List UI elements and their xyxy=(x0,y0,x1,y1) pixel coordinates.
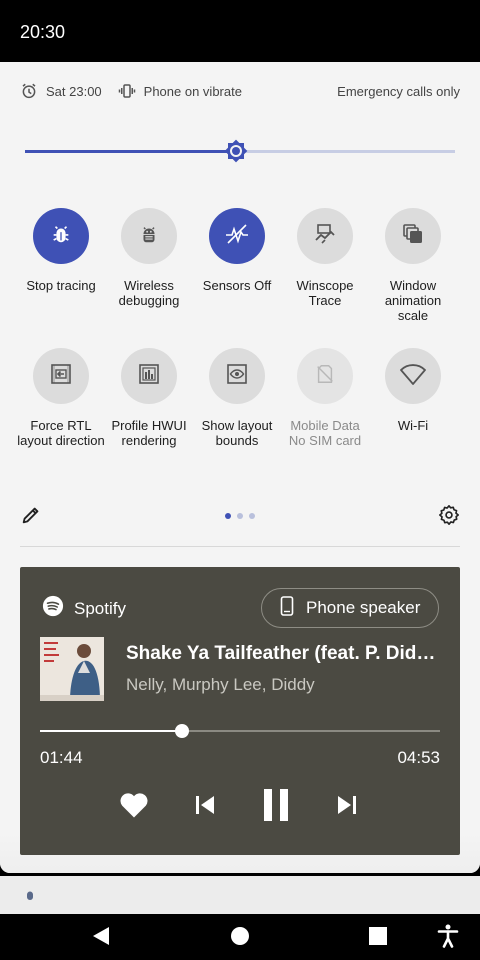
tile-show-layout-bounds[interactable]: Show layout bounds xyxy=(192,348,282,448)
carrier-status-text: Emergency calls only xyxy=(337,84,460,99)
tile-label: Show layout bounds xyxy=(201,418,273,448)
rtl-arrow-icon xyxy=(49,362,73,391)
next-alarm-text[interactable]: Sat 23:00 xyxy=(46,84,102,99)
window-animation-icon xyxy=(401,222,425,251)
tile-secondary-label: No SIM card xyxy=(288,433,362,448)
tile-label: Window animation scale xyxy=(384,278,442,323)
media-controls xyxy=(20,785,460,825)
seek-thumb[interactable] xyxy=(175,724,189,738)
winscope-trace-icon xyxy=(313,222,337,251)
status-bar: 20:30 xyxy=(0,0,480,62)
seek-bar[interactable] xyxy=(40,724,440,738)
media-app-name: Spotify xyxy=(74,598,126,618)
media-app-header: Spotify xyxy=(42,595,126,622)
small-bug-icon xyxy=(24,888,36,906)
qs-header: Sat 23:00 Phone on vibrate Emergency cal… xyxy=(20,82,460,102)
page-dot-3 xyxy=(249,513,255,519)
layout-bounds-icon xyxy=(225,362,249,391)
spotify-logo-icon xyxy=(42,595,64,622)
pause-icon[interactable] xyxy=(256,785,296,825)
media-player-card[interactable]: Spotify Phone speaker Shake Ya Tailfeath… xyxy=(20,567,460,855)
settings-gear-icon[interactable] xyxy=(438,504,460,531)
status-time: 20:30 xyxy=(20,22,66,42)
seek-bar-fill xyxy=(40,730,182,732)
brightness-thumb-icon[interactable] xyxy=(223,138,249,164)
elapsed-time: 01:44 xyxy=(40,748,83,767)
page-dot-2 xyxy=(237,513,243,519)
tile-label: Winscope Trace xyxy=(296,278,354,308)
profile-hwui-icon xyxy=(137,362,161,391)
tile-window-animation-scale[interactable]: Window animation scale xyxy=(368,208,458,323)
tile-wireless-debugging[interactable]: Wireless debugging xyxy=(104,208,194,308)
page-indicator xyxy=(225,513,255,519)
tile-label: Mobile Data xyxy=(290,418,360,433)
android-debug-icon xyxy=(138,223,160,250)
vibrate-icon xyxy=(118,82,136,100)
track-title: Shake Ya Tailfeather (feat. P. Diddy & M… xyxy=(126,643,438,664)
divider xyxy=(20,546,460,547)
brightness-slider[interactable] xyxy=(25,138,455,164)
output-device-label: Phone speaker xyxy=(306,598,421,617)
track-artist: Nelly, Murphy Lee, Diddy xyxy=(126,675,315,694)
output-device-chip[interactable]: Phone speaker xyxy=(261,588,439,628)
tile-label: Wi-Fi xyxy=(397,418,429,433)
tile-label: Profile HWUI rendering xyxy=(111,418,187,448)
navigation-bar xyxy=(0,914,480,960)
page-dot-1 xyxy=(225,513,231,519)
tile-label: Wireless debugging xyxy=(118,278,180,308)
previous-track-icon[interactable] xyxy=(185,785,225,825)
back-icon[interactable] xyxy=(81,918,121,954)
quick-settings-panel: Sat 23:00 Phone on vibrate Emergency cal… xyxy=(0,62,480,873)
tile-sensors-off[interactable]: Sensors Off xyxy=(192,208,282,293)
phone-icon xyxy=(280,595,294,621)
bug-icon xyxy=(50,223,72,250)
ringer-status-text: Phone on vibrate xyxy=(143,83,242,99)
alarm-icon[interactable] xyxy=(20,82,38,100)
home-icon[interactable] xyxy=(220,918,260,954)
total-duration: 04:53 xyxy=(397,748,440,767)
tile-winscope-trace[interactable]: Winscope Trace xyxy=(280,208,370,308)
recents-icon[interactable] xyxy=(358,918,398,954)
brightness-fill xyxy=(25,150,236,153)
next-track-icon[interactable] xyxy=(327,785,367,825)
like-heart-icon[interactable] xyxy=(114,785,154,825)
tile-wifi[interactable]: Wi-Fi xyxy=(368,348,458,433)
tile-profile-hwui[interactable]: Profile HWUI rendering xyxy=(104,348,194,448)
tile-stop-tracing[interactable]: Stop tracing xyxy=(16,208,106,293)
wifi-icon xyxy=(399,360,427,393)
tile-label: Sensors Off xyxy=(202,278,272,293)
accessibility-icon[interactable] xyxy=(428,918,468,954)
notification-peek[interactable] xyxy=(0,876,480,914)
edit-pencil-icon[interactable] xyxy=(20,504,42,531)
tile-label: Force RTL layout direction xyxy=(17,418,105,448)
tile-label: Stop tracing xyxy=(26,278,96,293)
sensors-off-icon xyxy=(222,219,252,254)
tile-force-rtl[interactable]: Force RTL layout direction xyxy=(16,348,106,448)
tile-mobile-data[interactable]: Mobile Data No SIM card xyxy=(280,348,370,449)
album-art xyxy=(40,637,104,701)
no-sim-icon xyxy=(314,363,336,390)
